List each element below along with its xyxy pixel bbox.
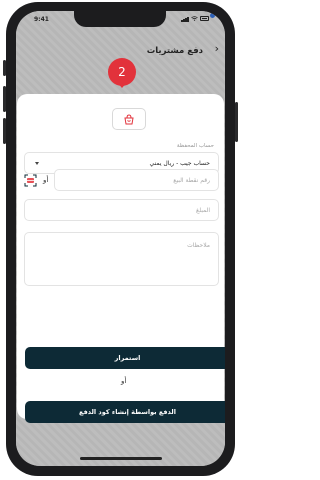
notes-textarea[interactable]: ملاحظات bbox=[24, 232, 219, 286]
amount-placeholder: المبلغ bbox=[196, 207, 210, 214]
battery-icon bbox=[200, 16, 209, 21]
notes-placeholder: ملاحظات bbox=[187, 242, 210, 249]
shopping-bag-icon bbox=[112, 108, 146, 130]
page-title: دفع مشتريات bbox=[146, 46, 203, 56]
wallet-label: حساب المحفظة bbox=[176, 143, 214, 149]
phone-side-button bbox=[235, 102, 238, 142]
back-chevron-icon[interactable]: › bbox=[215, 43, 219, 55]
or-text: أو bbox=[43, 176, 49, 184]
or-separator: أو bbox=[121, 377, 127, 385]
wifi-icon bbox=[191, 16, 198, 21]
status-icons bbox=[181, 15, 209, 22]
pos-placeholder: رقم نقطة البيع bbox=[173, 177, 210, 184]
amount-input[interactable]: المبلغ bbox=[24, 199, 219, 221]
signal-icon bbox=[181, 15, 189, 22]
home-indicator bbox=[80, 457, 162, 460]
status-time: 9:41 bbox=[34, 16, 49, 23]
payment-sheet: حساب المحفظة حساب جيب - ريال يمني أو رقم… bbox=[17, 94, 224, 419]
continue-button[interactable]: استمرار bbox=[25, 347, 225, 369]
generate-payment-code-button[interactable]: الدفع بواسطة إنشاء كود الدفع bbox=[25, 401, 225, 423]
chevron-down-icon bbox=[35, 162, 39, 165]
phone-side-button bbox=[3, 60, 6, 76]
qr-scan-icon[interactable] bbox=[24, 174, 37, 187]
pos-number-input[interactable]: رقم نقطة البيع bbox=[54, 169, 219, 191]
step-marker-badge: 2 bbox=[108, 58, 136, 86]
phone-side-button bbox=[3, 86, 6, 112]
notch bbox=[74, 11, 215, 27]
wallet-value: حساب جيب - ريال يمني bbox=[149, 160, 210, 167]
camera-icon bbox=[210, 13, 215, 18]
phone-side-button bbox=[3, 118, 6, 144]
